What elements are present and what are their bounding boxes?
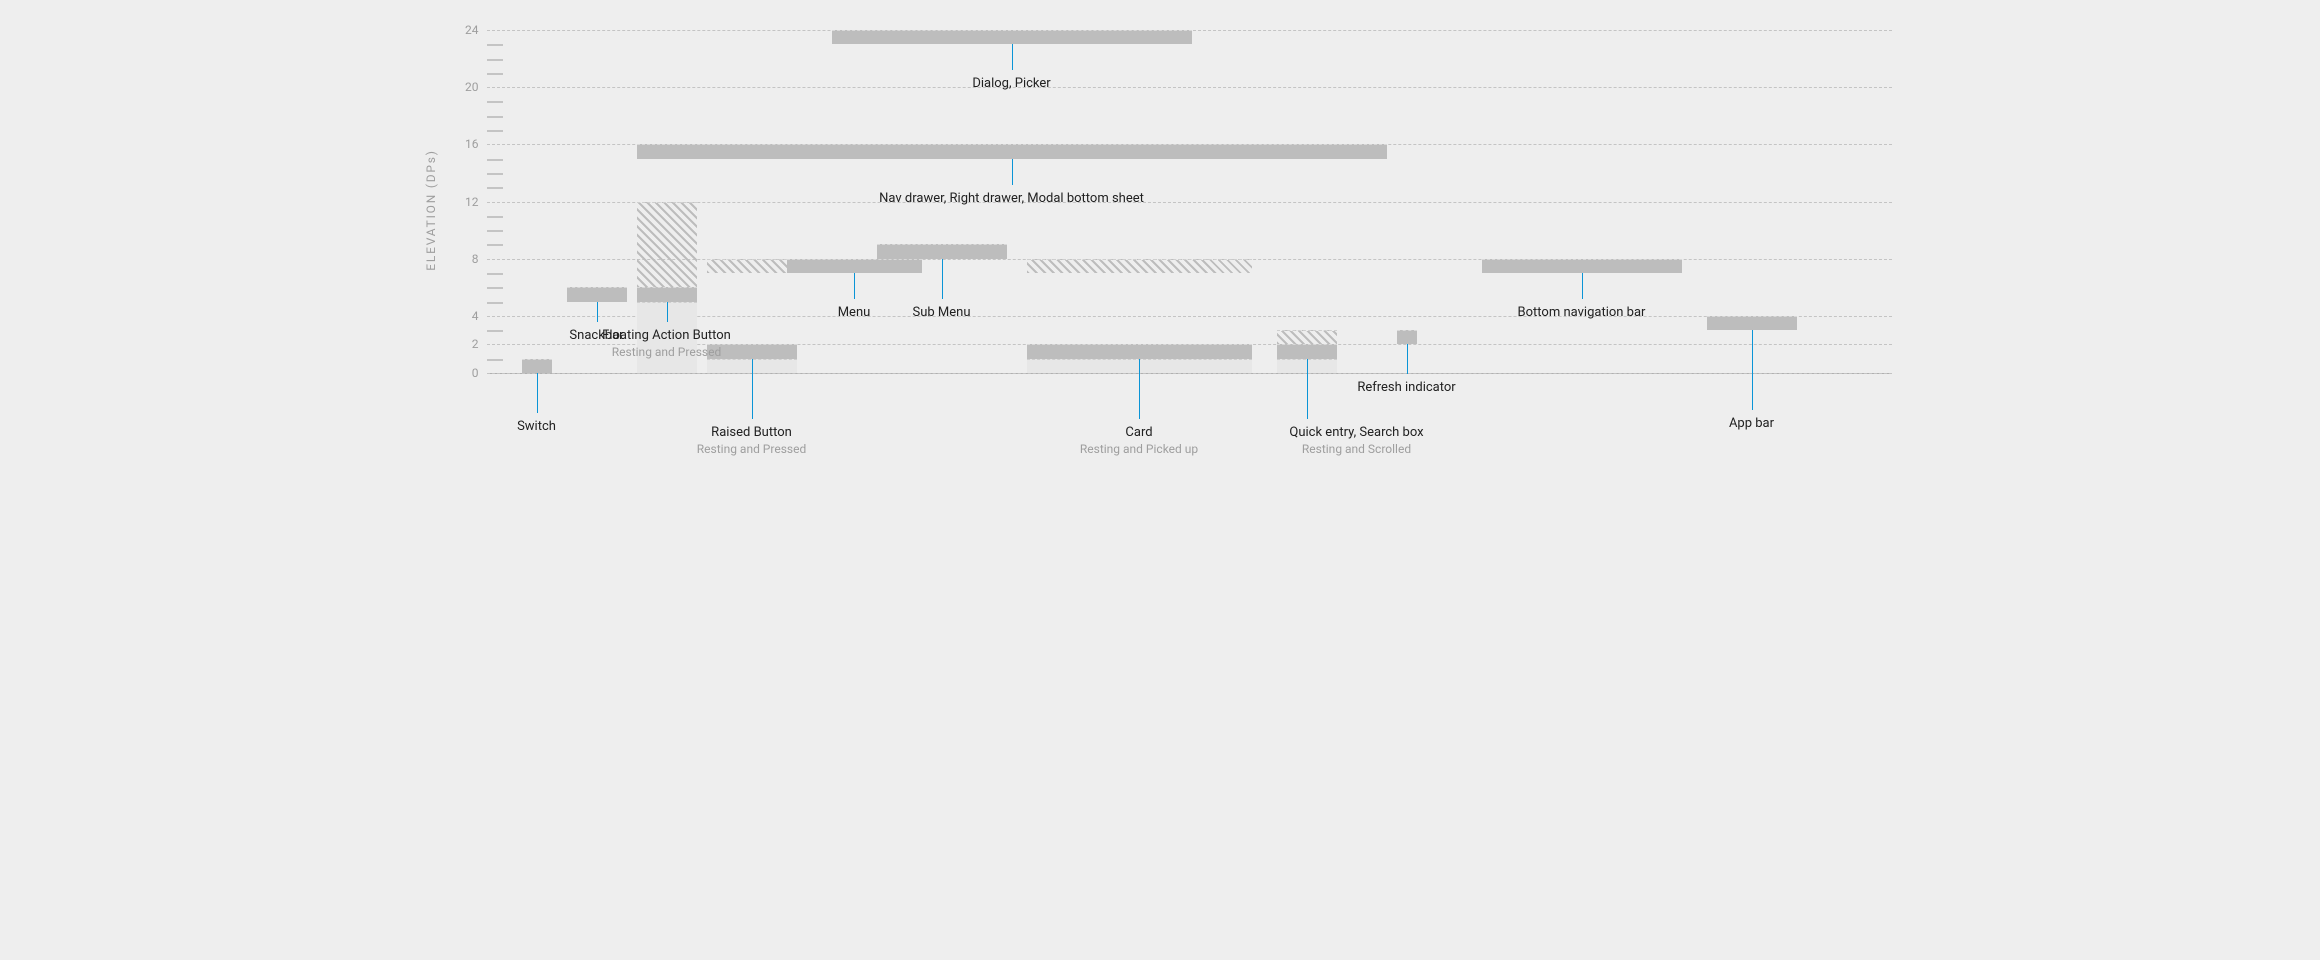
bar-switch [522,30,552,373]
y-minor-tick [487,73,503,75]
bar-bnav [1482,30,1682,373]
leader-switch [537,373,538,413]
label-switch: Switch [517,419,556,434]
leader-submenu [942,259,943,299]
y-minor-tick [487,116,503,118]
y-minor-tick [487,59,503,61]
y-tick-label: 20 [451,80,479,94]
label-dialog: Dialog, Picker [972,76,1050,91]
leader-fab [667,302,668,322]
y-minor-tick [487,187,503,189]
label-bnav: Bottom navigation bar [1518,305,1646,320]
leader-appbar [1752,330,1753,410]
y-tick-label: 4 [451,309,479,323]
y-tick-label: 8 [451,252,479,266]
y-minor-tick [487,287,503,289]
leader-menu [854,273,855,299]
leader-dialog [1012,44,1013,70]
y-tick-label: 24 [451,23,479,37]
plot-area: 024812162024Dialog, PickerNav drawer, Ri… [487,30,1892,374]
y-minor-tick [487,216,503,218]
label-raised: Raised ButtonResting and Pressed [697,425,806,456]
y-minor-tick [487,359,503,361]
leader-card [1139,359,1140,419]
y-tick-label: 0 [451,366,479,380]
bar-search [1277,30,1337,373]
bar-appbar [1707,30,1797,373]
y-minor-tick [487,130,503,132]
y-minor-tick [487,244,503,246]
y-minor-tick [487,302,503,304]
y-minor-tick [487,159,503,161]
bar-snackbar [567,30,627,373]
y-tick-label: 16 [451,137,479,151]
leader-drawer [1012,159,1013,185]
y-minor-tick [487,230,503,232]
leader-bnav [1582,273,1583,299]
y-minor-tick [487,330,503,332]
label-appbar: App bar [1729,416,1774,431]
label-fab: Floating Action ButtonResting and Presse… [602,328,731,359]
label-search: Quick entry, Search boxResting and Scrol… [1289,425,1423,456]
y-minor-tick [487,101,503,103]
y-tick-label: 12 [451,195,479,209]
y-tick-label: 2 [451,337,479,351]
leader-refresh [1407,344,1408,374]
y-minor-tick [487,273,503,275]
leader-raised [752,359,753,419]
label-submenu: Sub Menu [913,305,971,320]
y-minor-tick [487,44,503,46]
y-minor-tick [487,173,503,175]
y-axis-title: ELEVATION (DPs) [424,149,438,271]
label-menu: Menu [838,305,871,320]
leader-snackbar [597,302,598,322]
leader-search [1307,359,1308,419]
gridline [487,373,1892,374]
elevation-chart: ELEVATION (DPs) 024812162024Dialog, Pick… [387,0,1934,640]
label-refresh: Refresh indicator [1357,380,1455,395]
label-card: CardResting and Picked up [1080,425,1198,456]
bar-refresh [1397,30,1417,373]
label-drawer: Nav drawer, Right drawer, Modal bottom s… [879,191,1144,206]
